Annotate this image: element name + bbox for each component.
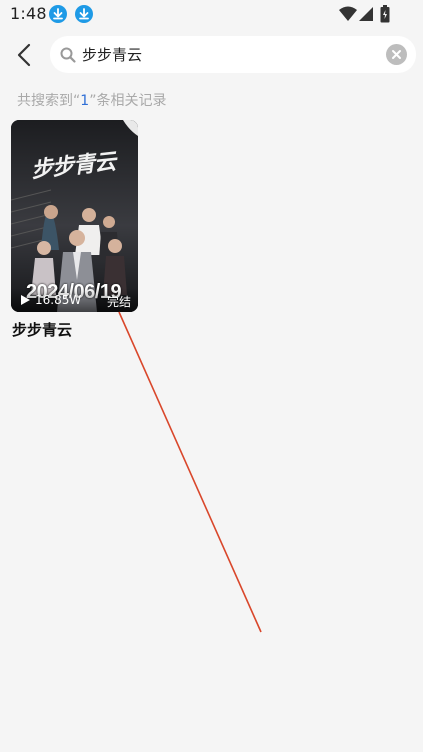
annotation-arrow-line [118, 311, 262, 633]
